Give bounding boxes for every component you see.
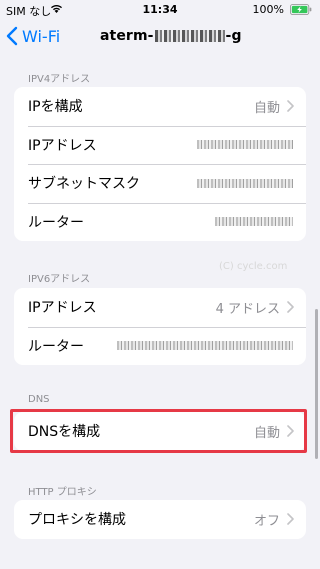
ipv6-router-row: ルーター bbox=[14, 326, 306, 366]
title-prefix: aterm- bbox=[100, 28, 154, 44]
row-label: IPアドレス bbox=[28, 300, 97, 317]
router-row: ルーター bbox=[14, 202, 306, 242]
ipv6-address-row[interactable]: IPアドレス 4 アドレス bbox=[14, 288, 306, 327]
proxy-section-header: HTTP プロキシ bbox=[28, 487, 97, 498]
watermark: (C) cycle.com bbox=[219, 261, 288, 272]
row-label: サブネットマスク bbox=[28, 176, 140, 193]
scrollbar[interactable] bbox=[315, 309, 318, 459]
row-label: IPを構成 bbox=[28, 99, 83, 116]
chevron-right-icon bbox=[287, 301, 294, 313]
row-label: DNSを構成 bbox=[28, 424, 101, 441]
ipv4-group: IPを構成 自動 IPアドレス サブネットマスク ルーター bbox=[14, 87, 306, 241]
redacted-subnet-value bbox=[197, 178, 293, 188]
battery-charging-icon bbox=[290, 4, 312, 15]
row-label: ルーター bbox=[28, 214, 84, 231]
battery-percent: 100% bbox=[252, 3, 284, 16]
redacted-ip-value bbox=[197, 140, 293, 150]
title-suffix: -g bbox=[225, 28, 242, 44]
status-bar: SIM なし 11:34 100% bbox=[0, 0, 320, 20]
row-label: プロキシを構成 bbox=[28, 512, 126, 529]
redacted-router-value bbox=[215, 217, 293, 227]
row-label: IPアドレス bbox=[28, 137, 97, 154]
row-label: ルーター bbox=[28, 338, 84, 355]
row-value: オフ bbox=[253, 513, 280, 529]
ipv4-section-header: IPV4アドレス bbox=[28, 74, 91, 85]
back-label: Wi-Fi bbox=[22, 26, 61, 46]
chevron-right-icon bbox=[287, 425, 294, 437]
dns-group: DNSを構成 自動 bbox=[14, 412, 306, 451]
back-button[interactable]: Wi-Fi bbox=[6, 25, 60, 47]
ipv6-section-header: IPV6アドレス bbox=[28, 274, 91, 285]
chevron-right-icon bbox=[287, 100, 294, 112]
chevron-left-icon bbox=[6, 26, 18, 46]
navigation-bar: Wi-Fi aterm- -g bbox=[0, 20, 320, 52]
proxy-group: プロキシを構成 オフ bbox=[14, 500, 306, 539]
dns-config-row[interactable]: DNSを構成 自動 bbox=[14, 412, 306, 451]
row-value: 自動 bbox=[253, 425, 280, 441]
page-title: aterm- -g bbox=[100, 28, 242, 44]
proxy-config-row[interactable]: プロキシを構成 オフ bbox=[14, 500, 306, 539]
redacted-ssid bbox=[154, 30, 225, 42]
row-value: 4 アドレス bbox=[215, 301, 280, 317]
ipv6-group: IPアドレス 4 アドレス ルーター bbox=[14, 288, 306, 365]
subnet-mask-row: サブネットマスク bbox=[14, 164, 306, 203]
row-value: 自動 bbox=[253, 100, 280, 116]
chevron-right-icon bbox=[287, 513, 294, 525]
ip-config-row[interactable]: IPを構成 自動 bbox=[14, 87, 306, 126]
dns-section-header: DNS bbox=[28, 394, 50, 405]
ip-address-row: IPアドレス bbox=[14, 125, 306, 165]
redacted-ipv6-router-value bbox=[117, 341, 293, 351]
